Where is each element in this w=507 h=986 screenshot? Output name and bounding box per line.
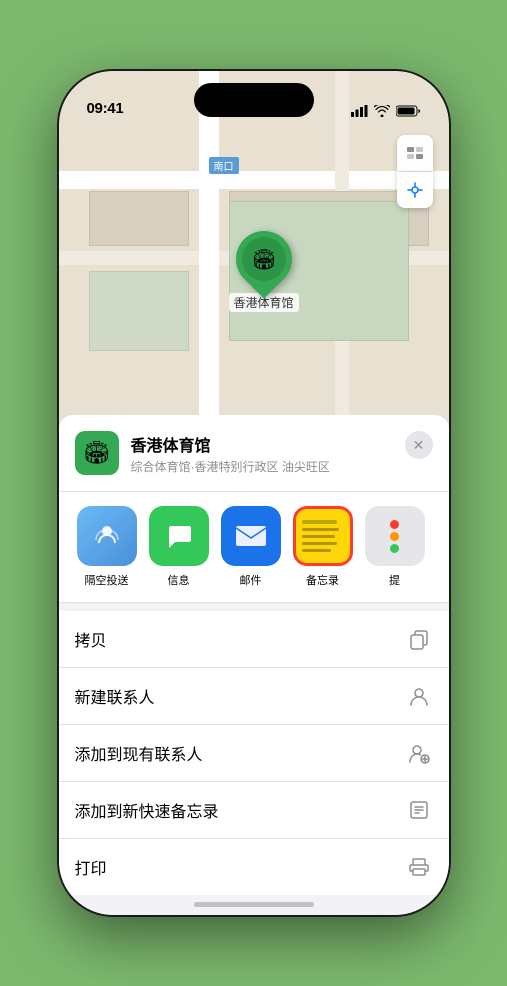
venue-info-row: 🏟 香港体育馆 综合体育馆·香港特别行政区 油尖旺区 ✕: [59, 415, 449, 492]
mail-label: 邮件: [240, 572, 262, 588]
airdrop-icon: [77, 506, 137, 566]
airdrop-label: 隔空投送: [85, 572, 129, 588]
wifi-icon: [374, 105, 390, 117]
action-copy-label: 拷贝: [75, 627, 107, 651]
add-existing-icon: [405, 739, 433, 767]
status-time: 09:41: [87, 100, 124, 117]
print-icon: [405, 853, 433, 881]
action-add-existing[interactable]: 添加到现有联系人: [59, 725, 449, 782]
share-item-more[interactable]: 提: [359, 506, 431, 588]
share-item-mail[interactable]: 邮件: [215, 506, 287, 588]
action-print[interactable]: 打印: [59, 839, 449, 895]
venue-pin[interactable]: 🏟 香港体育馆: [229, 231, 299, 312]
phone-frame: 09:41: [59, 71, 449, 915]
action-print-label: 打印: [75, 855, 107, 879]
map-type-button[interactable]: [397, 135, 433, 171]
phone-screen: 09:41: [59, 71, 449, 915]
action-list: 拷贝 新建联系人: [59, 611, 449, 895]
venue-name: 香港体育馆: [131, 432, 433, 456]
new-contact-icon: [405, 682, 433, 710]
nankou-label: 南口: [209, 157, 239, 174]
venue-text: 香港体育馆 综合体育馆·香港特别行政区 油尖旺区: [131, 432, 433, 475]
notes-icon: [293, 506, 353, 566]
map-controls: [397, 135, 433, 208]
messages-label: 信息: [168, 572, 190, 588]
share-item-notes[interactable]: 备忘录: [287, 506, 359, 588]
venue-subtitle: 综合体育馆·香港特别行政区 油尖旺区: [131, 458, 433, 475]
home-indicator: [194, 902, 314, 907]
add-notes-icon: [405, 796, 433, 824]
more-label: 提: [389, 572, 400, 588]
action-copy[interactable]: 拷贝: [59, 611, 449, 668]
action-add-existing-label: 添加到现有联系人: [75, 741, 203, 765]
close-button[interactable]: ✕: [405, 431, 433, 459]
more-icon: [365, 506, 425, 566]
pin-inner: 🏟: [242, 237, 286, 281]
dynamic-island: [194, 83, 314, 117]
action-add-notes-label: 添加到新快速备忘录: [75, 798, 219, 822]
signal-icon: [351, 105, 368, 117]
share-item-messages[interactable]: 信息: [143, 506, 215, 588]
battery-icon: [396, 105, 421, 117]
copy-icon: [405, 625, 433, 653]
color-dots: [373, 514, 417, 558]
share-row: 隔空投送 信息: [59, 492, 449, 603]
mail-icon: [221, 506, 281, 566]
share-item-airdrop[interactable]: 隔空投送: [71, 506, 143, 588]
pin-circle: 🏟: [224, 219, 303, 298]
action-new-contact-label: 新建联系人: [75, 684, 155, 708]
bottom-sheet: 🏟 香港体育馆 综合体育馆·香港特别行政区 油尖旺区 ✕: [59, 415, 449, 915]
action-add-notes[interactable]: 添加到新快速备忘录: [59, 782, 449, 839]
messages-icon: [149, 506, 209, 566]
status-icons: [351, 105, 421, 117]
location-button[interactable]: [397, 172, 433, 208]
notes-label: 备忘录: [306, 572, 339, 588]
venue-logo: 🏟: [75, 431, 119, 475]
action-new-contact[interactable]: 新建联系人: [59, 668, 449, 725]
